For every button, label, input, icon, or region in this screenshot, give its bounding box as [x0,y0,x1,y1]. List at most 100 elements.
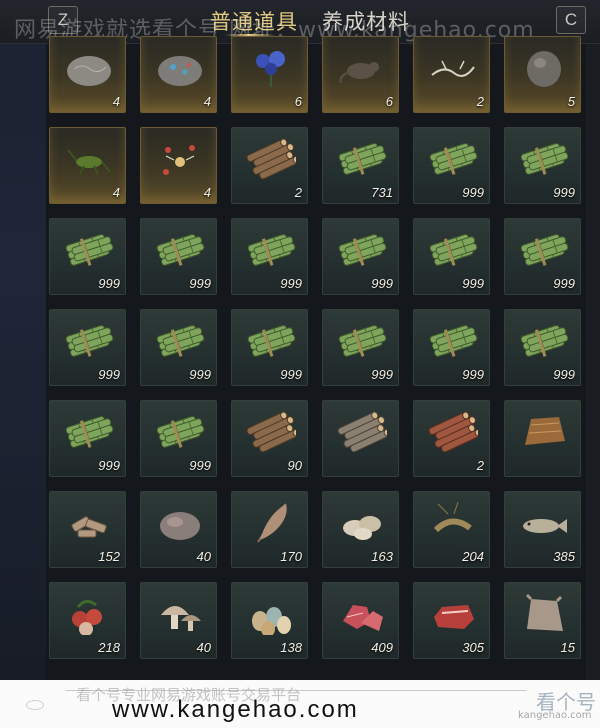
inventory-slot[interactable]: 409 [322,582,399,659]
footer-url[interactable]: www.kangehao.com [112,696,359,724]
inventory-slot[interactable]: 999 [413,218,490,295]
eye-icon [26,700,44,710]
inventory-slot[interactable]: 138 [231,582,308,659]
inventory-grid: 4 4 6 6 2 5 4 4 2 731 999 999 999 999 999 999 999 999 999 9… [49,36,581,659]
inventory-slot[interactable]: 999 [49,309,126,386]
bamboo-bundle-icon [338,233,387,266]
branch-icon [431,60,475,77]
eggs-icon [252,607,291,635]
inventory-slot[interactable]: 999 [504,309,581,386]
inventory-slot[interactable]: 999 [140,309,217,386]
inventory-slot[interactable]: 40 [140,582,217,659]
inventory-slot[interactable]: 731 [322,127,399,204]
inventory-slot[interactable]: 90 [231,400,308,477]
bamboo-bundle-icon [156,324,205,357]
inventory-slot[interactable] [322,400,399,477]
bamboo-bundle-icon [429,142,478,175]
bamboo-bundle-icon [65,415,114,448]
item-count: 731 [371,185,393,200]
item-count: 999 [371,367,393,382]
item-count: 170 [280,549,302,564]
inventory-slot[interactable]: 6 [322,36,399,113]
tab-common-items[interactable]: 普通道具 [210,6,298,36]
inventory-slot[interactable]: 999 [231,218,308,295]
steak-icon [434,605,474,629]
item-count: 999 [189,458,211,473]
shrimp-icon [433,501,472,533]
inventory-slot[interactable]: 999 [231,309,308,386]
inventory-slot[interactable]: 40 [140,491,217,568]
bamboo-bundle-icon [247,233,296,266]
inventory-slot[interactable]: 385 [504,491,581,568]
inventory-slot[interactable]: 4 [140,36,217,113]
item-count: 204 [462,549,484,564]
item-count: 999 [553,276,575,291]
inventory-slot[interactable]: 2 [231,127,308,204]
inventory-slot[interactable]: 152 [49,491,126,568]
inventory-slot[interactable]: 999 [49,218,126,295]
bamboo-bundle-icon [65,233,114,266]
bamboo-bundle-icon [338,324,387,357]
fish-icon [523,519,567,533]
item-count: 4 [203,185,211,200]
footer-banner: 看个号专业网易游戏账号交易平台 www.kangehao.com 看个号 kan… [0,680,600,728]
inventory-slot[interactable]: 4 [49,127,126,204]
inventory-slot[interactable]: 999 [413,127,490,204]
inventory-slot[interactable]: 218 [49,582,126,659]
inventory-slot[interactable]: 15 [504,582,581,659]
inventory-slot[interactable]: 170 [231,491,308,568]
inventory-slot[interactable]: 999 [140,218,217,295]
item-count: 4 [112,185,120,200]
gray-log-bundle-icon [337,411,387,453]
item-count: 999 [98,367,120,382]
item-count: 4 [203,94,211,109]
next-tab-key-button[interactable]: C [556,6,586,34]
inventory-slot[interactable]: 305 [413,582,490,659]
bamboo-bundle-icon [65,324,114,357]
ore-icon [160,512,200,540]
inventory-slot[interactable]: 999 [140,400,217,477]
inventory-slot[interactable]: 999 [322,218,399,295]
inventory-slot[interactable]: 2 [413,400,490,477]
blue-herb-icon [256,51,285,87]
bamboo-bundle-icon [338,142,387,175]
item-count: 218 [98,640,120,655]
firefly-icon [163,145,195,175]
bamboo-bundle-icon [156,233,205,266]
item-count: 2 [476,458,484,473]
bamboo-bundle-icon [156,415,205,448]
inventory-slot[interactable]: 999 [49,400,126,477]
item-count: 305 [462,640,484,655]
inventory-slot[interactable]: 204 [413,491,490,568]
item-count: 999 [462,185,484,200]
inventory-slot[interactable]: 999 [322,309,399,386]
inventory-slot[interactable]: 999 [504,127,581,204]
mushroom-icon [161,606,201,631]
bamboo-bundle-icon [520,233,569,266]
tab-cultivation-materials[interactable]: 养成材料 [322,6,410,36]
bamboo-bundle-icon [520,142,569,175]
inventory-slot[interactable]: 4 [140,127,217,204]
ore-stone-icon [158,56,202,86]
item-count: 999 [98,276,120,291]
inventory-slot[interactable]: 5 [504,36,581,113]
prev-tab-key-button[interactable]: Z [48,6,78,34]
raw-meat-icon [343,605,383,631]
inventory-slot[interactable] [504,400,581,477]
item-count: 999 [280,367,302,382]
inventory-slot[interactable]: 163 [322,491,399,568]
item-count: 385 [553,549,575,564]
inventory-slot[interactable]: 4 [49,36,126,113]
inventory-slot[interactable]: 2 [413,36,490,113]
item-count: 40 [196,640,211,655]
item-count: 152 [98,549,120,564]
inventory-slot[interactable]: 999 [413,309,490,386]
inventory-slot[interactable]: 999 [504,218,581,295]
item-count: 4 [112,94,120,109]
footer-brand-url: kangehao.com [518,710,592,721]
item-count: 999 [371,276,393,291]
inventory-slot[interactable]: 6 [231,36,308,113]
item-count: 2 [476,94,484,109]
item-count: 999 [553,367,575,382]
bamboo-bundle-icon [520,324,569,357]
